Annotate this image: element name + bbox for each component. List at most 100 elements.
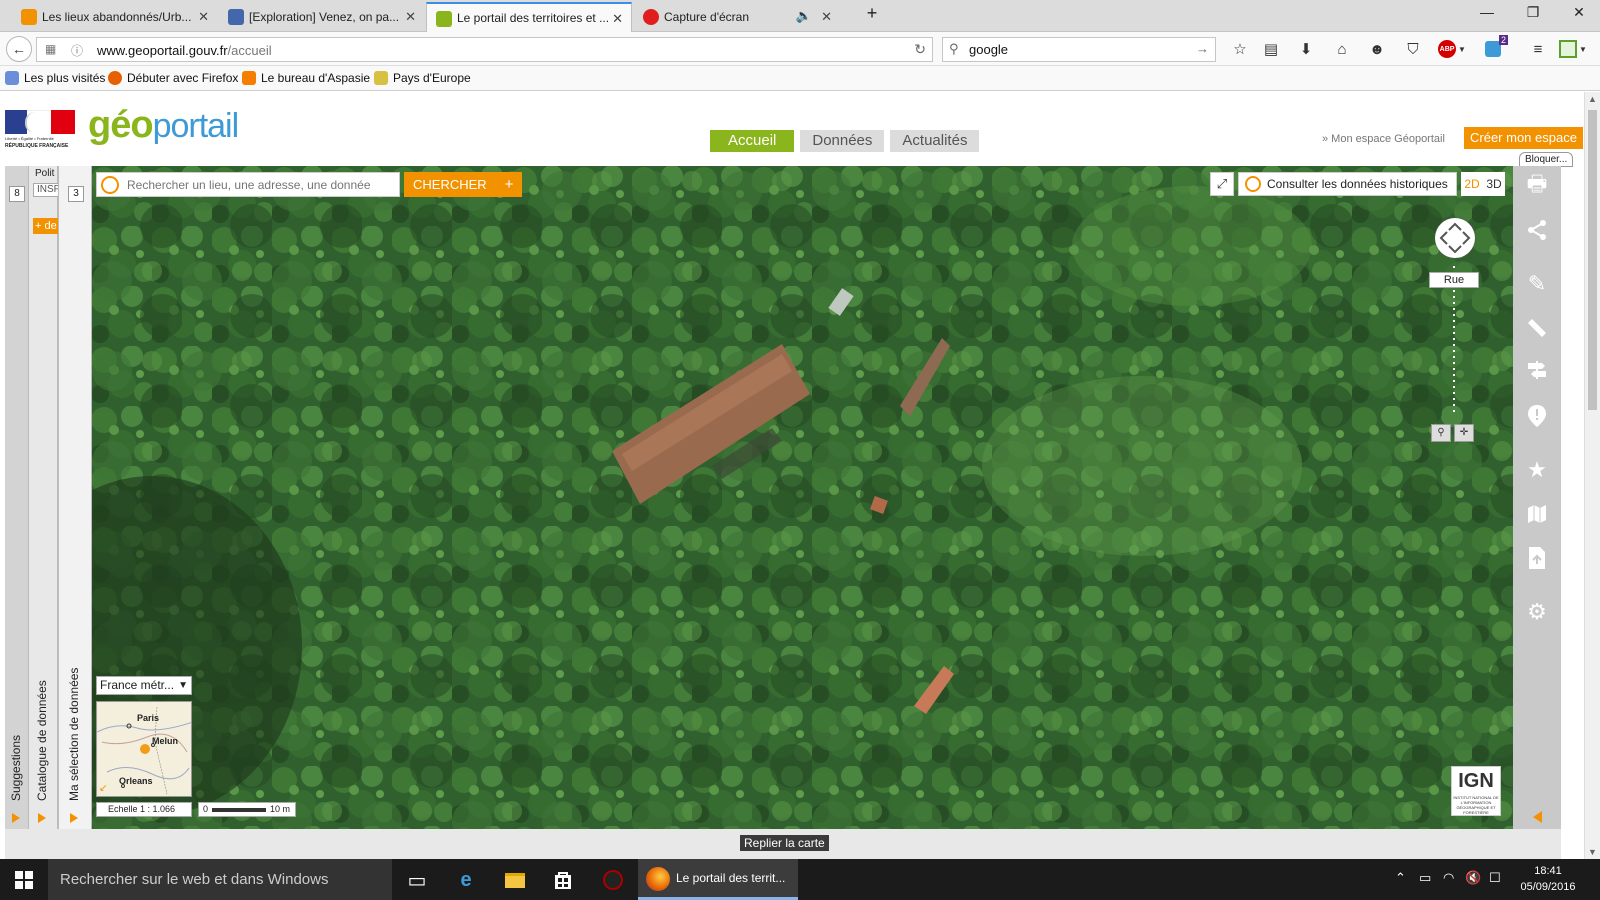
- tab-geoportail[interactable]: Le portail des territoires et ... ✕: [426, 2, 632, 32]
- new-tab-plus-icon[interactable]: +: [862, 3, 882, 24]
- downloads-icon[interactable]: ⬇: [1294, 37, 1318, 61]
- minimize-icon[interactable]: —: [1477, 4, 1497, 20]
- creer-espace-button[interactable]: Créer mon espace: [1464, 127, 1583, 149]
- expand-arrow-icon[interactable]: [11, 813, 20, 823]
- scrollbar-thumb[interactable]: [1588, 110, 1597, 410]
- file-explorer-icon[interactable]: [502, 867, 528, 893]
- geoportail-logo[interactable]: géoportail: [88, 104, 239, 147]
- mode-3d-toggle[interactable]: 3D: [1483, 172, 1505, 196]
- bookmark-plus-visites[interactable]: Les plus visités: [5, 71, 105, 85]
- bookmark-bureau-aspasie[interactable]: Le bureau d'Aspasie: [242, 71, 370, 85]
- historical-data-button[interactable]: Consulter les données historiques: [1238, 172, 1457, 196]
- close-tab-icon[interactable]: ✕: [821, 9, 832, 25]
- reading-list-icon[interactable]: ▤: [1259, 37, 1283, 61]
- republique-francaise-logo[interactable]: Liberté • Égalité • Fraternité RÉPUBLIQU…: [5, 110, 75, 152]
- tray-expand-chevron-icon[interactable]: ⌃: [1395, 870, 1406, 886]
- alert-pin-icon[interactable]: [1523, 402, 1551, 430]
- expand-arrow-icon[interactable]: [70, 813, 78, 823]
- close-tab-icon[interactable]: ✕: [405, 9, 416, 25]
- close-tab-icon[interactable]: ✕: [198, 9, 209, 25]
- pocket-icon[interactable]: ⛉: [1401, 37, 1425, 61]
- expand-arrow-icon[interactable]: [38, 813, 46, 823]
- signpost-icon[interactable]: [1523, 356, 1551, 384]
- tab-exploration[interactable]: [Exploration] Venez, on pa... ✕: [219, 2, 424, 32]
- mon-espace-link[interactable]: » Mon espace Géoportail: [1322, 133, 1445, 145]
- import-file-icon[interactable]: [1523, 544, 1551, 572]
- search-bar[interactable]: ⚲ →: [942, 37, 1216, 62]
- search-input[interactable]: [969, 42, 1189, 57]
- map-search-input[interactable]: [127, 178, 395, 192]
- nav-actualites[interactable]: Actualités: [890, 130, 980, 152]
- url-bar[interactable]: ▦ ⓘ www.geoportail.gouv.fr/accueil ↻: [36, 37, 933, 62]
- hello-icon[interactable]: ☻: [1365, 37, 1389, 61]
- favorites-star-icon[interactable]: ★: [1523, 456, 1551, 484]
- store-bag-icon[interactable]: [550, 867, 576, 893]
- bookmark-star-icon[interactable]: ☆: [1228, 37, 1252, 61]
- tab-capture[interactable]: Capture d'écran 🔈 ✕: [634, 2, 840, 32]
- draw-pencil-icon[interactable]: ✎: [1523, 270, 1551, 298]
- suggestions-panel[interactable]: 8 Suggestions: [5, 166, 29, 829]
- aerial-imagery[interactable]: [92, 166, 1513, 829]
- ma-selection-panel[interactable]: 3 Ma sélection de données: [58, 166, 92, 829]
- nav-accueil[interactable]: Accueil: [710, 130, 795, 152]
- catalogue-filter-field[interactable]: INSP: [33, 183, 59, 197]
- measure-ruler-icon[interactable]: [1523, 314, 1551, 342]
- minimap-resize-icon[interactable]: ↙: [99, 783, 107, 794]
- geolocate-target-icon[interactable]: [101, 176, 119, 194]
- app-circle-icon[interactable]: [600, 867, 626, 893]
- url-text[interactable]: www.geoportail.gouv.fr/accueil: [97, 43, 272, 58]
- map-layers-icon[interactable]: [1523, 500, 1551, 528]
- bloquer-button[interactable]: Bloquer...: [1519, 152, 1574, 167]
- wifi-icon[interactable]: ◠: [1443, 870, 1454, 886]
- scroll-up-arrow-icon[interactable]: ▲: [1588, 94, 1597, 104]
- print-icon[interactable]: 🖶: [1523, 171, 1551, 200]
- taskbar-firefox-window[interactable]: Le portail des territ...: [638, 859, 798, 900]
- advanced-search-plus-button[interactable]: +: [496, 172, 522, 197]
- catalogue-add-button[interactable]: + de: [33, 218, 59, 234]
- nav-donnees[interactable]: Données: [800, 130, 885, 152]
- replier-carte-button[interactable]: Replier la carte: [740, 835, 829, 851]
- extension-green-icon[interactable]: ▼: [1556, 37, 1590, 61]
- settings-gear-icon[interactable]: ⚙: [1523, 598, 1551, 626]
- taskbar-search-box[interactable]: Rechercher sur le web et dans Windows: [48, 859, 392, 900]
- taskbar-clock[interactable]: 18:41 05/09/2016: [1512, 863, 1584, 895]
- speaker-icon[interactable]: 🔈: [796, 8, 812, 24]
- bookmark-pays-europe[interactable]: Pays d'Europe: [374, 71, 471, 85]
- search-go-arrow-icon[interactable]: →: [1196, 41, 1209, 56]
- fullscreen-icon[interactable]: ⤢: [1210, 172, 1234, 196]
- info-icon[interactable]: ⓘ: [71, 42, 83, 59]
- tab-urbex[interactable]: Les lieux abandonnés/Urb... ✕: [12, 2, 217, 32]
- menu-hamburger-icon[interactable]: ≡: [1526, 37, 1550, 61]
- map-view[interactable]: CHERCHER + ⤢ Consulter les données histo…: [92, 166, 1513, 829]
- extension-notification-icon[interactable]: 2: [1481, 35, 1508, 61]
- ign-logo[interactable]: IGN INSTITUT NATIONAL DE L'INFORMATION G…: [1451, 766, 1501, 816]
- region-selector[interactable]: France métr... ▼: [96, 676, 192, 695]
- back-arrow-icon[interactable]: ←: [6, 36, 32, 62]
- volume-muted-icon[interactable]: 🔇: [1465, 870, 1481, 886]
- adblock-icon[interactable]: ABP ▼: [1436, 37, 1468, 61]
- chercher-button[interactable]: CHERCHER: [404, 172, 496, 197]
- close-window-icon[interactable]: ✕: [1569, 4, 1589, 21]
- action-center-icon[interactable]: ☐: [1489, 870, 1501, 886]
- mode-2d-toggle[interactable]: 2D: [1461, 172, 1483, 196]
- bookmark-debuter-firefox[interactable]: Débuter avec Firefox: [108, 71, 238, 85]
- site-identity-icon[interactable]: ▦: [45, 42, 56, 56]
- catalogue-panel[interactable]: Polit INSP + de Catalogue de données: [29, 166, 59, 829]
- overview-minimap[interactable]: Paris Melun Orleans ↙: [96, 701, 192, 797]
- pan-compass-icon[interactable]: [1435, 218, 1475, 258]
- share-icon[interactable]: [1523, 216, 1551, 244]
- collapse-toolbar-arrow-icon[interactable]: [1533, 811, 1542, 823]
- page-scrollbar[interactable]: ▲ ▼: [1584, 92, 1600, 859]
- map-search-box[interactable]: [96, 172, 400, 197]
- restore-icon[interactable]: ❐: [1523, 4, 1543, 21]
- reload-icon[interactable]: ↻: [914, 41, 926, 58]
- windows-start-icon[interactable]: [0, 859, 48, 900]
- close-tab-icon[interactable]: ✕: [612, 11, 623, 27]
- zoom-magnifier-icon[interactable]: ⚲: [1431, 424, 1451, 442]
- scroll-down-arrow-icon[interactable]: ▼: [1588, 847, 1597, 857]
- zoom-center-icon[interactable]: ✛: [1454, 424, 1474, 442]
- home-icon[interactable]: ⌂: [1330, 37, 1354, 61]
- task-view-icon[interactable]: ▭: [404, 867, 430, 893]
- edge-browser-icon[interactable]: e: [453, 867, 479, 893]
- zoom-slider[interactable]: [1453, 266, 1455, 416]
